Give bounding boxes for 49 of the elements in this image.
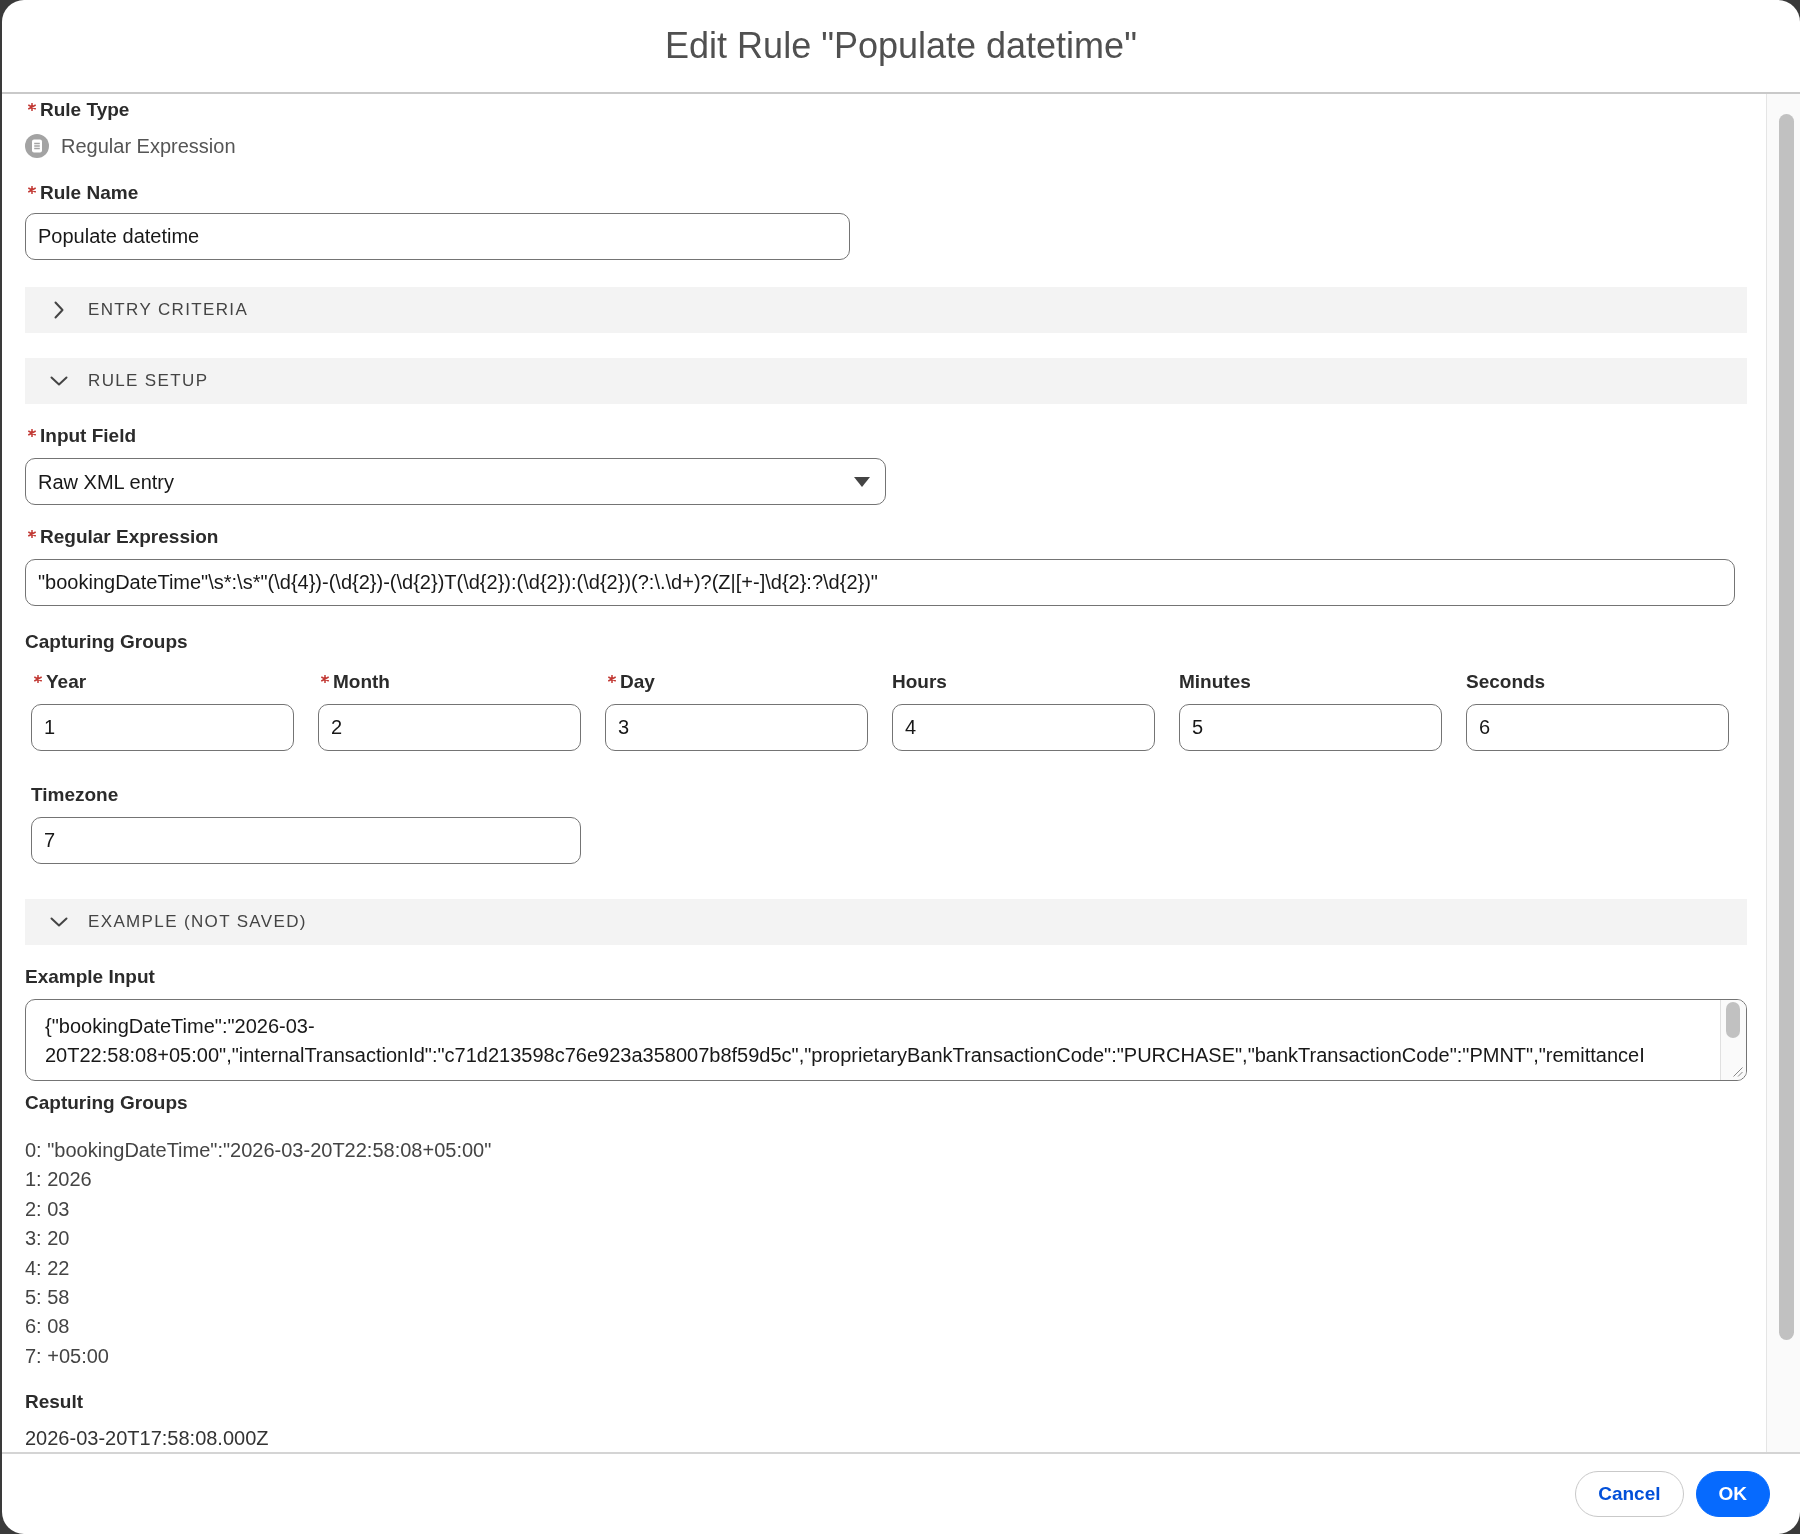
field-label: Capturing Groups — [25, 1091, 188, 1115]
capture-group-line: 1: 2026 — [25, 1167, 92, 1193]
example-input-field[interactable]: {"bookingDateTime":"2026-03- 20T22:58:08+05:00","internalTransactionId":"c71d213598c76e923a358007b8f59d5c","proprietaryBankTransactionCode":"PURCHASE","bankTransactionCode":"PMNT","remittanceI — [25, 999, 1747, 1081]
capture-group-line: 6: 08 — [25, 1314, 70, 1340]
field-label: Result — [25, 1390, 84, 1415]
field-label: Timezone — [31, 783, 119, 807]
cancel-button[interactable]: Cancel — [1575, 1471, 1684, 1517]
document-icon — [25, 134, 49, 158]
field-label: Hours — [892, 670, 947, 694]
field-label: Seconds — [1466, 670, 1546, 694]
field-label: Input Field — [40, 424, 137, 448]
section-header[interactable]: RULE SETUP — [25, 358, 1747, 404]
group-number-field[interactable]: 4 — [892, 704, 1155, 751]
field-label: Capturing Groups — [25, 630, 188, 654]
group-number-field[interactable]: 6 — [1466, 704, 1729, 751]
rule-name-field[interactable]: Populate datetime — [25, 213, 850, 260]
capture-group-line: 2: 03 — [25, 1196, 70, 1222]
field-label: Day — [620, 670, 655, 694]
caret-down-icon — [854, 476, 870, 487]
capture-group-line: 7: +05:00 — [25, 1343, 109, 1369]
field-label: Rule Name — [40, 181, 139, 205]
field-label: Example Input — [25, 965, 155, 989]
scrollbar[interactable] — [1766, 94, 1800, 1452]
field-label: Regular Expression — [40, 525, 219, 549]
scrollbar-thumb[interactable] — [1726, 1002, 1740, 1038]
ok-button[interactable]: OK — [1695, 1471, 1770, 1517]
capture-group-line: 4: 22 — [25, 1255, 70, 1281]
scrollbar-thumb[interactable] — [1779, 114, 1794, 1340]
resize-handle-icon[interactable] — [1733, 1067, 1743, 1077]
input-field-dropdown[interactable]: Raw XML entry — [25, 458, 886, 505]
capture-group-line: 0: "bookingDateTime":"2026-03-20T22:58:08+05:00" — [25, 1138, 492, 1163]
timezone-field[interactable]: 7 — [31, 817, 581, 864]
field-label: Rule Type — [40, 98, 130, 122]
field-label: Minutes — [1179, 670, 1251, 694]
group-number-field[interactable]: 2 — [318, 704, 581, 751]
regular-expression-field[interactable]: "bookingDateTime"\s*:\s*"(\d{4})-(\d{2})-(\d{2})T(\d{2}):(\d{2}):(\d{2})(?:\.\d+)?(Z|[+-]\d{2}:?\d{2})" — [25, 559, 1735, 606]
capture-group-line: 3: 20 — [25, 1226, 70, 1252]
rule-type-value: Regular Expression — [61, 134, 236, 158]
result-value: 2026-03-20T17:58:08.000Z — [25, 1426, 269, 1451]
scrollbar[interactable] — [1720, 1000, 1746, 1080]
group-number-field[interactable]: 5 — [1179, 704, 1442, 751]
group-number-field[interactable]: 3 — [605, 704, 868, 751]
field-label: Month — [333, 670, 390, 694]
group-number-field[interactable]: 1 — [31, 704, 294, 751]
capture-group-line: 5: 58 — [25, 1285, 70, 1311]
section-header[interactable]: ENTRY CRITERIA — [25, 287, 1747, 333]
section-header[interactable]: EXAMPLE (NOT SAVED) — [25, 899, 1747, 945]
dialog-title: Edit Rule "Populate datetime" — [665, 25, 1137, 67]
field-label: Year — [46, 670, 87, 694]
